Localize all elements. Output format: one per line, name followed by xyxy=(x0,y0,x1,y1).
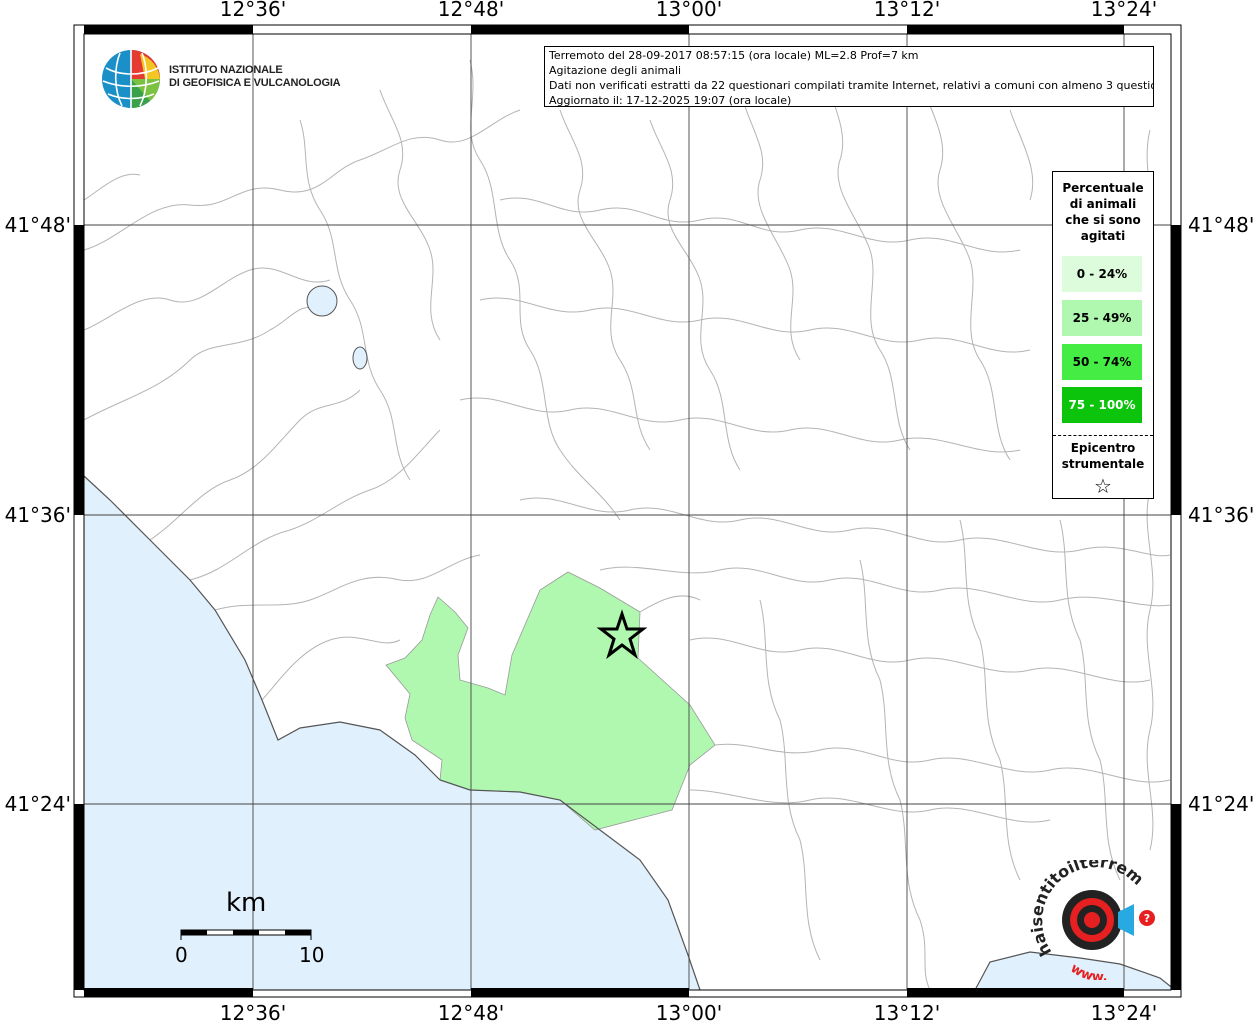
lake-martignano xyxy=(352,346,368,370)
lat-right-label: 41°48' xyxy=(1188,213,1254,237)
logo-line-1: ISTITUTO NAZIONALE xyxy=(169,64,283,76)
lon-top-label: 12°36' xyxy=(220,0,286,21)
lat-right-label: 41°24' xyxy=(1188,792,1254,816)
scale-min: 0 xyxy=(175,943,188,967)
map-subject: Agitazione degli animali xyxy=(549,64,682,77)
updated-timestamp: Aggiornato il: 17-12-2025 19:07 (ora loc… xyxy=(549,94,792,107)
legend-title-line: Percentuale xyxy=(1062,181,1144,195)
lon-bottom-label: 13°00' xyxy=(656,1001,722,1024)
haisentito-logo: ? haisentitoilterremoto.it www. xyxy=(1025,845,1170,985)
legend-epicenter-line: strumentale xyxy=(1061,457,1145,471)
ingv-logo xyxy=(100,48,162,114)
lon-top-label: 13°00' xyxy=(656,0,722,21)
data-note: Dati non verificati estratti da 22 quest… xyxy=(549,79,1154,92)
lon-bottom-label: 12°48' xyxy=(438,1001,504,1024)
legend-title-line: agitati xyxy=(1080,229,1126,243)
lon-top-label: 13°12' xyxy=(874,0,940,21)
lat-left-label: 41°36' xyxy=(5,503,71,527)
lon-top-label: 13°24' xyxy=(1091,0,1157,21)
svg-text:?: ? xyxy=(1144,912,1150,925)
legend-class-25-49: 25 - 49% xyxy=(1062,300,1142,336)
legend-class-0-24: 0 - 24% xyxy=(1062,256,1142,292)
lat-left-label: 41°24' xyxy=(5,792,71,816)
event-info-box: Terremoto del 28-09-2017 08:57:15 (ora l… xyxy=(544,46,1154,107)
event-title: Terremoto del 28-09-2017 08:57:15 (ora l… xyxy=(549,49,919,62)
legend: Percentuale di animali che si sono agita… xyxy=(1052,171,1154,499)
legend-title-line: di animali xyxy=(1069,197,1137,211)
lon-bottom-label: 12°36' xyxy=(220,1001,286,1024)
legend-epicenter-line: Epicentro xyxy=(1070,441,1136,455)
legend-title-line: che si sono xyxy=(1065,213,1141,227)
haisentito-logo-icon: ? haisentitoilterremoto.it www. xyxy=(1025,845,1155,985)
lon-top-label: 12°48' xyxy=(438,0,504,21)
svg-text:www.: www. xyxy=(1068,961,1109,980)
scale-max: 10 xyxy=(299,943,325,967)
lake-bracciano xyxy=(306,285,338,317)
legend-class-75-100: 75 - 100% xyxy=(1062,387,1142,423)
legend-epicenter-label: Epicentro strumentale xyxy=(1053,440,1153,472)
ingv-globe-icon xyxy=(102,50,161,109)
ingv-logo-text: ISTITUTO NAZIONALE DI GEOFISICA E VULCAN… xyxy=(169,64,341,90)
star-icon: ☆ xyxy=(1094,474,1112,498)
legend-divider xyxy=(1053,435,1153,436)
legend-title: Percentuale di animali che si sono agita… xyxy=(1053,180,1153,244)
lat-left-label: 41°48' xyxy=(5,213,71,237)
logo-line-2: DI GEOFISICA E VULCANOLOGIA xyxy=(169,77,341,89)
lon-bottom-label: 13°12' xyxy=(874,1001,940,1024)
lon-bottom-label: 13°24' xyxy=(1091,1001,1157,1024)
haisentito-prefix: www. xyxy=(1068,961,1109,985)
lat-right-label: 41°36' xyxy=(1188,503,1254,527)
legend-class-50-74: 50 - 74% xyxy=(1062,344,1142,380)
scale-unit: km xyxy=(226,888,267,918)
